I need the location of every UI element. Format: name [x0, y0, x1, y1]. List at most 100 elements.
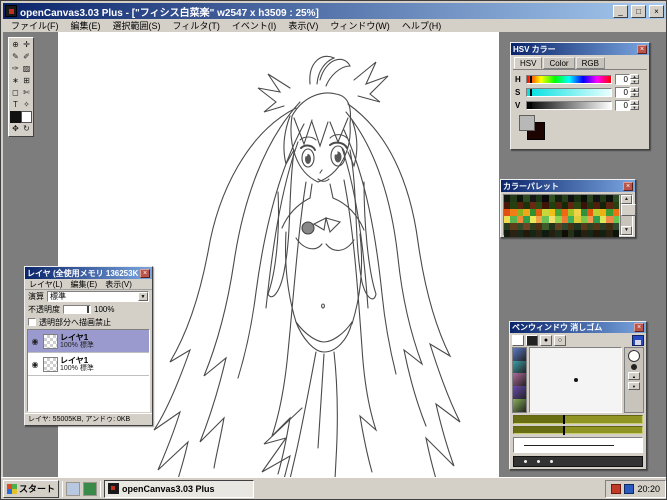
pen-shape-outline-button[interactable]: ○ [554, 334, 566, 346]
layer-row[interactable]: ◉ レイヤ1 100% 標準 [28, 330, 149, 353]
pen-tool[interactable]: ✎ [10, 51, 21, 63]
pen-texture-thumb[interactable] [513, 347, 526, 361]
brush-tip-large[interactable] [628, 349, 640, 362]
foreground-color[interactable]: ■ [10, 111, 21, 123]
brush-tip-small[interactable] [631, 363, 637, 370]
blend-mode-dropdown[interactable]: 標準 ▼ [47, 291, 149, 302]
pen-texture-thumb[interactable] [513, 399, 526, 413]
spin-down-icon[interactable]: ▼ [630, 105, 639, 110]
lasso-tool[interactable]: ✄ [21, 87, 32, 99]
palette-titlebar[interactable]: カラーパレット × [501, 180, 635, 192]
pressure-curve-strip[interactable] [513, 455, 643, 467]
h-slider[interactable] [526, 75, 612, 84]
hsv-title: HSV カラー [513, 44, 556, 54]
tray-icon[interactable] [624, 483, 635, 494]
current-color-swatch[interactable] [519, 115, 535, 131]
opacity-slider[interactable] [63, 305, 91, 314]
brush-opacity-slider[interactable] [513, 425, 643, 435]
pen-white-button[interactable] [512, 334, 524, 346]
menu-item-6[interactable]: ウィンドウ(W) [324, 19, 396, 32]
brush-tool[interactable]: ✑ [10, 63, 21, 75]
layer-visibility-icon[interactable]: ◉ [29, 360, 41, 369]
fill-tool[interactable]: ⊞ [21, 75, 32, 87]
eyedropper-tool[interactable]: ✧ [21, 99, 32, 111]
palette-swatch[interactable] [612, 216, 620, 223]
scrollbar-thumb[interactable] [621, 204, 636, 216]
quicklaunch-icon[interactable] [66, 481, 80, 496]
color-preview [515, 114, 645, 144]
pen-window: ペンウィンドウ 消しゴム × ● ○ ▲ ▼ [509, 321, 647, 470]
tip-scroll-down-icon[interactable]: ▼ [628, 381, 640, 390]
layer-titlebar[interactable]: レイヤ (全使用メモリ 136253KB) × [25, 267, 152, 279]
layer-visibility-icon[interactable]: ◉ [29, 337, 41, 346]
eraser-tool[interactable]: ▨ [21, 63, 32, 75]
tip-scroll-up-icon[interactable]: ▲ [628, 371, 640, 380]
tray-icon[interactable] [611, 483, 622, 494]
hand-tool[interactable]: ✥ [10, 123, 21, 135]
menu-item-1[interactable]: 編集(E) [65, 19, 107, 32]
menu-item-0[interactable]: ファイル(F) [5, 19, 65, 32]
h-value-input[interactable]: 0 [615, 74, 630, 85]
v-slider[interactable] [526, 101, 612, 110]
pen-texture-thumb[interactable] [513, 386, 526, 400]
background-color[interactable]: □ [21, 111, 32, 123]
s-value-input[interactable]: 0 [615, 87, 630, 98]
brush-preview[interactable] [529, 346, 622, 413]
slider-label: H [515, 75, 521, 84]
pen-black-button[interactable] [526, 334, 538, 346]
menu-item-3[interactable]: フィルタ(T) [167, 19, 226, 32]
palette-swatch[interactable] [612, 209, 620, 216]
menu-item-2[interactable]: 選択範囲(S) [107, 19, 167, 32]
scroll-up-icon[interactable]: ▲ [621, 195, 632, 204]
palette-close-button[interactable]: × [623, 181, 633, 191]
move-tool[interactable]: ✛ [21, 39, 32, 51]
pen-close-button[interactable]: × [634, 323, 644, 333]
titlebar[interactable]: openCanvas3.03 Plus - ["フィシス白菜楽" w2547 x… [3, 3, 666, 19]
tab-color[interactable]: Color [543, 57, 575, 69]
v-value-input[interactable]: 0 [615, 100, 630, 111]
scrollbar-track[interactable] [621, 216, 632, 226]
lock-transparency-checkbox[interactable] [28, 318, 36, 326]
tab-rgb[interactable]: RGB [575, 57, 605, 69]
pen-titlebar[interactable]: ペンウィンドウ 消しゴム × [510, 322, 646, 334]
s-slider[interactable] [526, 88, 612, 97]
palette-swatch[interactable] [612, 195, 620, 202]
palette-swatch[interactable] [612, 230, 620, 237]
layer-row[interactable]: ◉ レイヤ1 100% 標準 [28, 353, 149, 376]
quicklaunch-icon[interactable] [83, 481, 97, 496]
scroll-down-icon[interactable]: ▼ [621, 226, 632, 235]
layer-menu-item-0[interactable]: レイヤ(L) [25, 279, 67, 290]
layer-close-button[interactable]: × [140, 268, 150, 278]
spin-down-icon[interactable]: ▼ [630, 92, 639, 97]
palette-scrollbar[interactable]: ▲ ▼ [620, 195, 636, 235]
pen-texture-thumb[interactable] [513, 360, 526, 374]
menu-item-5[interactable]: 表示(V) [282, 19, 324, 32]
maximize-button[interactable]: □ [631, 4, 646, 18]
hsv-titlebar[interactable]: HSV カラー × [511, 43, 649, 55]
rotate-tool[interactable]: ↻ [21, 123, 32, 135]
palette-swatch[interactable] [612, 202, 620, 209]
start-button[interactable]: スタート [3, 479, 59, 498]
spin-down-icon[interactable]: ▼ [630, 79, 639, 84]
minimize-button[interactable]: _ [613, 4, 628, 18]
brush-size-slider[interactable] [513, 415, 643, 424]
menu-item-4[interactable]: イベント(I) [226, 19, 283, 32]
hsv-close-button[interactable]: × [637, 44, 647, 54]
airbrush-tool[interactable]: ∗ [10, 75, 21, 87]
pen-texture-thumb[interactable] [513, 373, 526, 387]
zoom-tool[interactable]: ⊕ [10, 39, 21, 51]
palette-swatch[interactable] [612, 223, 620, 230]
tab-hsv[interactable]: HSV [514, 57, 543, 69]
start-label: スタート [19, 484, 56, 494]
layer-menu-item-1[interactable]: 編集(E) [67, 279, 102, 290]
taskbar-task-button[interactable]: openCanvas3.03 Plus [104, 479, 254, 498]
close-button[interactable]: × [649, 4, 664, 18]
pencil-tool[interactable]: ✐ [21, 51, 32, 63]
chevron-down-icon[interactable]: ▼ [138, 292, 148, 301]
menu-item-7[interactable]: ヘルプ(H) [396, 19, 448, 32]
save-preset-icon[interactable] [632, 334, 644, 346]
text-tool[interactable]: T [10, 99, 21, 111]
pen-shape-button[interactable]: ● [540, 334, 552, 346]
select-tool[interactable]: ◻ [10, 87, 21, 99]
layer-menu-item-2[interactable]: 表示(V) [101, 279, 136, 290]
